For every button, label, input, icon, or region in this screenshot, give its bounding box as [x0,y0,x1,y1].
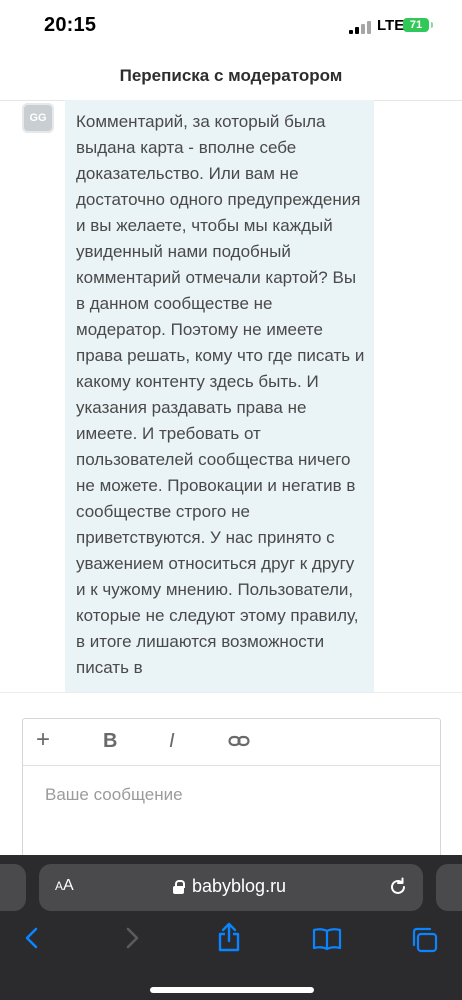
avatar[interactable]: GG [22,103,54,133]
home-indicator[interactable] [150,987,314,993]
message-bubble: Комментарий, за который была выдана карт… [65,100,374,692]
battery-icon: 71 [403,18,429,32]
page-header: Переписка с модератором [0,52,462,101]
avatar-initials: GG [29,112,47,124]
network-type: LTE [377,17,405,34]
reload-icon[interactable] [388,877,408,903]
message-input[interactable]: Ваше сообщение [45,785,183,805]
share-icon[interactable] [216,921,242,958]
link-icon[interactable] [228,732,250,756]
back-icon[interactable] [22,923,42,958]
message-text: Комментарий, за который была выдана карт… [76,112,365,677]
divider [0,692,462,693]
add-button[interactable]: + [36,726,50,754]
status-time: 20:15 [44,14,97,36]
url-text: babyblog.ru [192,876,287,896]
next-tab-preview[interactable] [436,864,462,911]
bold-button[interactable]: B [103,730,117,753]
bookmarks-icon[interactable] [312,927,342,956]
browser-toolbar: AA babyblog.ru [0,855,462,1000]
status-bar: 20:15 LTE 71 [0,0,462,52]
previous-tab-preview[interactable] [0,864,26,911]
page-title: Переписка с модератором [119,66,343,85]
format-toolbar: + B I [23,719,440,766]
battery-level: 71 [409,19,423,31]
tabs-icon[interactable] [411,927,439,958]
text-size-button[interactable]: AA [55,877,74,895]
battery-cap [431,22,433,28]
message-composer: + B I Ваше сообщение [22,718,441,870]
address-bar[interactable]: AA babyblog.ru [39,864,423,911]
forward-icon[interactable] [122,923,142,958]
lock-icon [173,880,185,894]
signal-icon [349,21,373,34]
italic-button[interactable]: I [169,730,175,753]
